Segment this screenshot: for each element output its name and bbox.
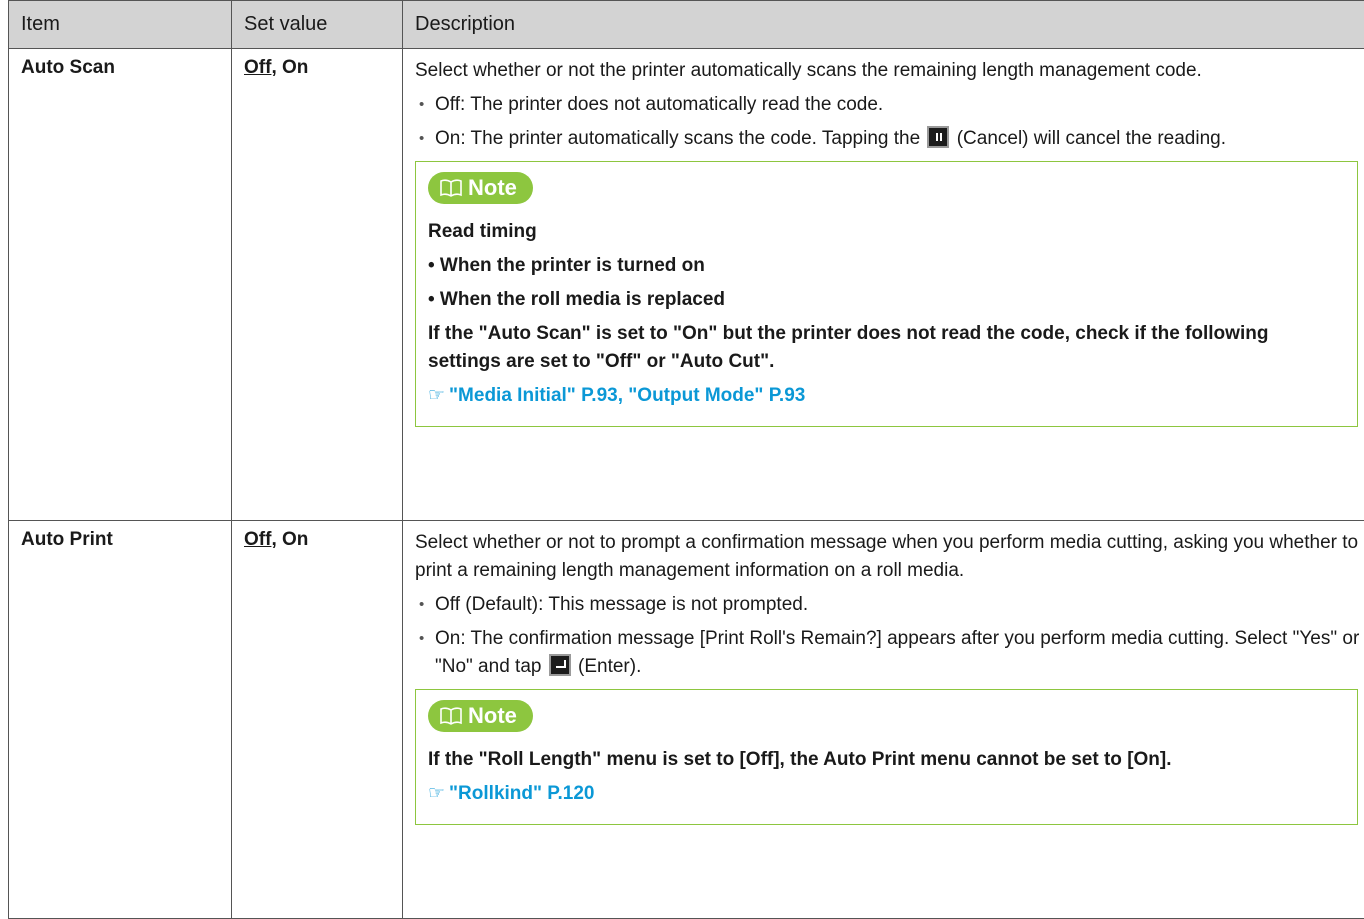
note-label-text: Note [468,175,517,201]
bullet-text: On: The confirmation message [Print Roll… [435,628,1359,677]
note-line: If the "Roll Length" menu is set to [Off… [428,746,1345,774]
note-body: Read timing • When the printer is turned… [428,218,1345,410]
list-item: Off: The printer does not automatically … [415,91,1364,119]
bullet-text: Off: The printer does not automatically … [435,94,883,115]
reference-text: "Rollkind" P.120 [449,783,594,804]
note-label: Note [428,172,533,204]
set-value-cell: Off, On [232,521,403,919]
item-cell: Auto Print [9,521,232,919]
description-cell: Select whether or not the printer automa… [403,49,1364,521]
pointing-hand-icon: ☞ [428,783,445,804]
description-cell: Select whether or not to prompt a confir… [403,521,1364,919]
header-item: Item [9,1,232,49]
set-value-cell: Off, On [232,49,403,521]
note-line: If the "Auto Scan" is set to "On" but th… [428,320,1345,376]
option-list: Off (Default): This message is not promp… [415,591,1364,681]
reference-text: "Media Initial" P.93, "Output Mode" P.93 [449,385,805,406]
list-item: Off (Default): This message is not promp… [415,591,1364,619]
other-values: , On [271,529,308,550]
default-value: Off [244,57,271,78]
note-line: • When the printer is turned on [428,252,1345,280]
option-list: Off: The printer does not automatically … [415,91,1364,153]
note-line: Read timing [428,218,1345,246]
enter-key-icon [549,654,571,676]
header-description: Description [403,1,1364,49]
note-body: If the "Roll Length" menu is set to [Off… [428,746,1345,808]
reference-link[interactable]: ☞"Rollkind" P.120 [428,780,1345,808]
table-header-row: Item Set value Description [9,1,1364,49]
header-set-value: Set value [232,1,403,49]
other-values: , On [271,57,308,78]
table-row: Auto Scan Off, On Select whether or not … [9,49,1364,521]
item-cell: Auto Scan [9,49,232,521]
default-value: Off [244,529,271,550]
description-text: Select whether or not to prompt a confir… [415,529,1364,585]
book-icon [440,179,462,197]
pointing-hand-icon: ☞ [428,385,445,406]
note-box: Note Read timing • When the printer is t… [415,161,1358,427]
bullet-text: (Cancel) will cancel the reading. [957,128,1226,149]
table-row: Auto Print Off, On Select whether or not… [9,521,1364,919]
bullet-text: Off (Default): This message is not promp… [435,594,808,615]
book-icon [440,707,462,725]
note-box: Note If the "Roll Length" menu is set to… [415,689,1358,825]
reference-link[interactable]: ☞"Media Initial" P.93, "Output Mode" P.9… [428,382,1345,410]
settings-table: Item Set value Description Auto Scan Off… [8,0,1364,919]
list-item: On: The confirmation message [Print Roll… [415,625,1364,681]
note-line: • When the roll media is replaced [428,286,1345,314]
list-item: On: The printer automatically scans the … [415,125,1364,153]
note-label: Note [428,700,533,732]
bullet-text: (Enter). [578,656,641,677]
note-label-text: Note [468,703,517,729]
description-text: Select whether or not the printer automa… [415,57,1364,85]
pause-key-icon [927,126,949,148]
bullet-text: On: The printer automatically scans the … [435,128,920,149]
